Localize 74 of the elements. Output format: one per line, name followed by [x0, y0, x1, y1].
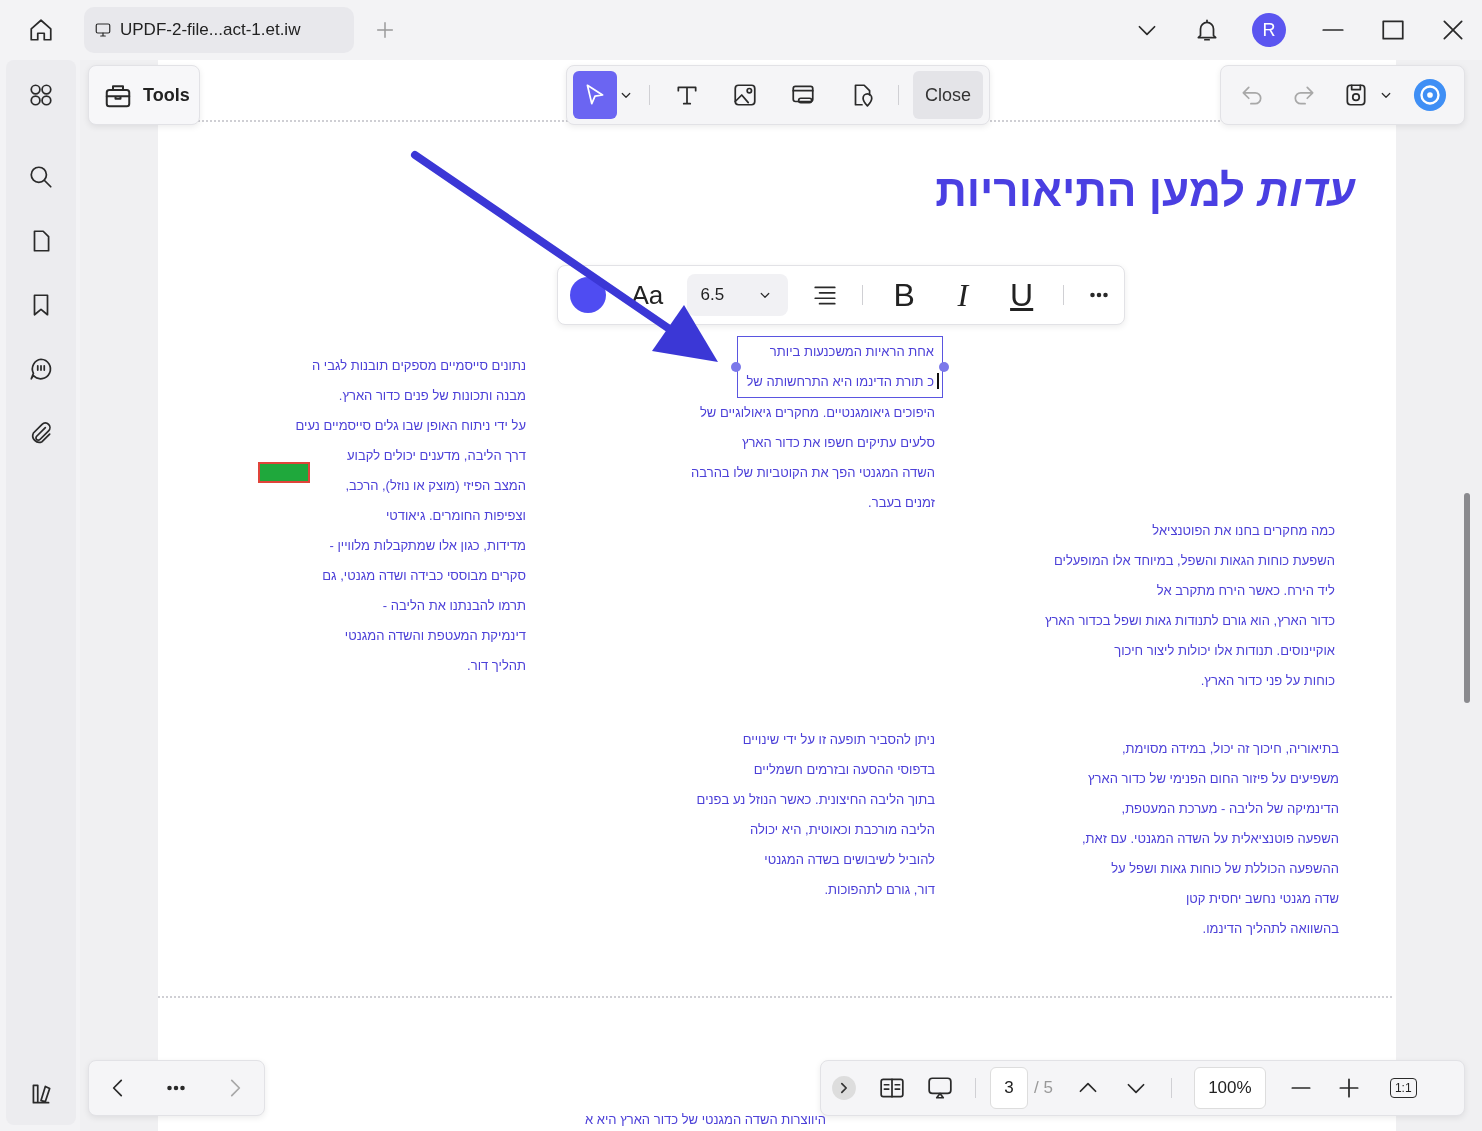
- page-total: / 5: [1034, 1078, 1053, 1098]
- text-line: הליבה מורכבת וכאוטית, היא יכולה: [749, 821, 935, 839]
- font-size-value: 6.5: [700, 285, 725, 305]
- text-line: וצפיפות החומרים. גיאודטי: [385, 507, 526, 525]
- text-line: השפעה פוטנציאלית על השדה המגנטי. עם זאת,: [1081, 830, 1339, 848]
- italic-button[interactable]: I: [945, 276, 981, 314]
- font-size-dropdown[interactable]: 6.5: [686, 274, 788, 316]
- monitor-icon: [94, 21, 112, 39]
- avatar[interactable]: R: [1252, 13, 1286, 47]
- text-line: ההשפעה הכוללת של כוחות גאות ושפל על: [1111, 860, 1339, 878]
- grid-icon[interactable]: [28, 82, 54, 108]
- text-line: המצב הפיזי (מוצק או נוזל), הרכב,: [345, 477, 526, 495]
- two-page-icon[interactable]: [879, 1075, 905, 1101]
- actual-size-button[interactable]: 1:1: [1389, 1078, 1417, 1098]
- image-icon: [731, 82, 758, 108]
- text-line: אחת הראיות המשכנעות ביותר: [769, 343, 934, 361]
- close-button[interactable]: Close: [912, 71, 983, 119]
- document-tab[interactable]: UPDF-2-file...act-1.et.iw: [84, 7, 354, 53]
- text-line: דינמיקת המעטפת והשדה המגנטי: [344, 627, 526, 645]
- text-line: מבנה ותכונות של פנים כדור הארץ.: [338, 387, 526, 405]
- text-line: אוקיינוסים. תנודות אלו יכולות ליצור חיכוך: [1114, 642, 1335, 660]
- text-line: הדינמיקה של הליבה - מערכת המעטפת,: [1121, 800, 1339, 818]
- tools-button[interactable]: Tools: [88, 65, 200, 125]
- text-line: סקרים מבוססי כבידה ושדה מגנטי, גם: [322, 567, 526, 585]
- select-tool[interactable]: [573, 71, 618, 119]
- font-button[interactable]: Aa: [628, 279, 667, 311]
- text-box[interactable]: אחת הראיות המשכנעות ביותר כ תורת הדינמו היא התרחשותה של: [737, 336, 943, 398]
- text-line: נתונים סייסמיים מספקים תובנות לגבי ה: [311, 357, 526, 375]
- document-title: עדות למען התיאוריות: [935, 166, 1355, 216]
- scrollbar[interactable]: [1464, 493, 1470, 703]
- assistant-icon[interactable]: [1413, 78, 1447, 112]
- text-line: תהליך דור.: [467, 657, 526, 675]
- save-icon[interactable]: [1343, 82, 1369, 108]
- text-line: בדפוסי ההסעה ובזרמים חשמליים: [753, 761, 935, 779]
- text-line: על ידי ניתוח האופן שבו גלים סייסמיים נעים: [295, 417, 526, 435]
- resize-handle[interactable]: [939, 362, 949, 372]
- text-line: כמה מחקרים בחנו את הפוטנציאל: [1152, 522, 1335, 540]
- bold-button[interactable]: B: [886, 276, 922, 314]
- search-icon[interactable]: [28, 164, 54, 190]
- text-line: השפעת כוחות הגאות והשפל, במיוחד אלו המופעלים: [1053, 552, 1335, 570]
- text-line: להוביל לשיבושים בשדה המגנטי: [764, 851, 935, 869]
- comment-icon[interactable]: [28, 356, 54, 382]
- resize-handle[interactable]: [731, 362, 742, 372]
- maximize-icon[interactable]: [1380, 17, 1406, 43]
- zoom-field[interactable]: 100%: [1193, 1067, 1266, 1109]
- text-line: בתוך הליבה החיצונית. כאשר הנוזל נע בפנים: [696, 791, 935, 809]
- text-line: ניתן להסביר תופעה זו על ידי שינויים: [742, 731, 935, 749]
- text-line: ליד הירח. כאשר הירח מתקרב אל: [1156, 582, 1335, 600]
- text-line: תרמו להבנתנו את הליבה -: [382, 597, 526, 615]
- text-cursor: [937, 373, 939, 389]
- bell-icon[interactable]: [1194, 17, 1220, 43]
- text-line: כ תורת הדינמו היא התרחשותה של: [746, 373, 934, 391]
- text-line: משפיעים על פיזור החום הפנימי של כדור הארץ: [1088, 770, 1339, 788]
- text-line: כדור הארץ, הוא גורם לתנודות גאות ושפל בכדור הארץ: [1044, 612, 1335, 630]
- page-number-field[interactable]: 3: [990, 1067, 1028, 1109]
- text-line: שדה מגנטי נחשב יחסית קטן: [1185, 890, 1339, 908]
- text-line: כוחות על פני כדור הארץ.: [1200, 672, 1335, 690]
- underline-button[interactable]: U: [1004, 276, 1039, 314]
- home-icon[interactable]: [28, 17, 54, 43]
- presentation-icon[interactable]: [927, 1075, 953, 1101]
- text-line: דרך הליבה, מדענים יכולים לקבוע: [347, 447, 526, 465]
- text-line: היווצרות השדה המגנטי של כדור הארץ היא א: [585, 1112, 826, 1128]
- tab-title: UPDF-2-file...act-1.et.iw: [120, 20, 301, 40]
- text-line: מדידות, כגון אלו שמתקבלות מלוויין -: [329, 537, 526, 555]
- text-line: היפוכים גיאומגנטיים. מחקרים גיאולוגיים של: [699, 404, 935, 422]
- text-line: בהשוואה לתהליך הדינמו.: [1202, 920, 1339, 938]
- rectangle-annotation: [258, 462, 310, 483]
- expand-icon[interactable]: [831, 1075, 857, 1101]
- color-swatch[interactable]: [570, 277, 606, 313]
- text-line: זמנים בעבר.: [868, 494, 935, 512]
- text-line: השדה המגנטי הפך את הקוטביות שלו בהרבה: [691, 464, 935, 482]
- text-line: סלעים עתיקים חשפו את כדור הארץ: [741, 434, 935, 452]
- text-line: דור, גורם לתהפוכות.: [824, 881, 935, 899]
- text-line: בתיאוריה, חיכוך זה יכול, במידה מסוימת,: [1121, 740, 1339, 758]
